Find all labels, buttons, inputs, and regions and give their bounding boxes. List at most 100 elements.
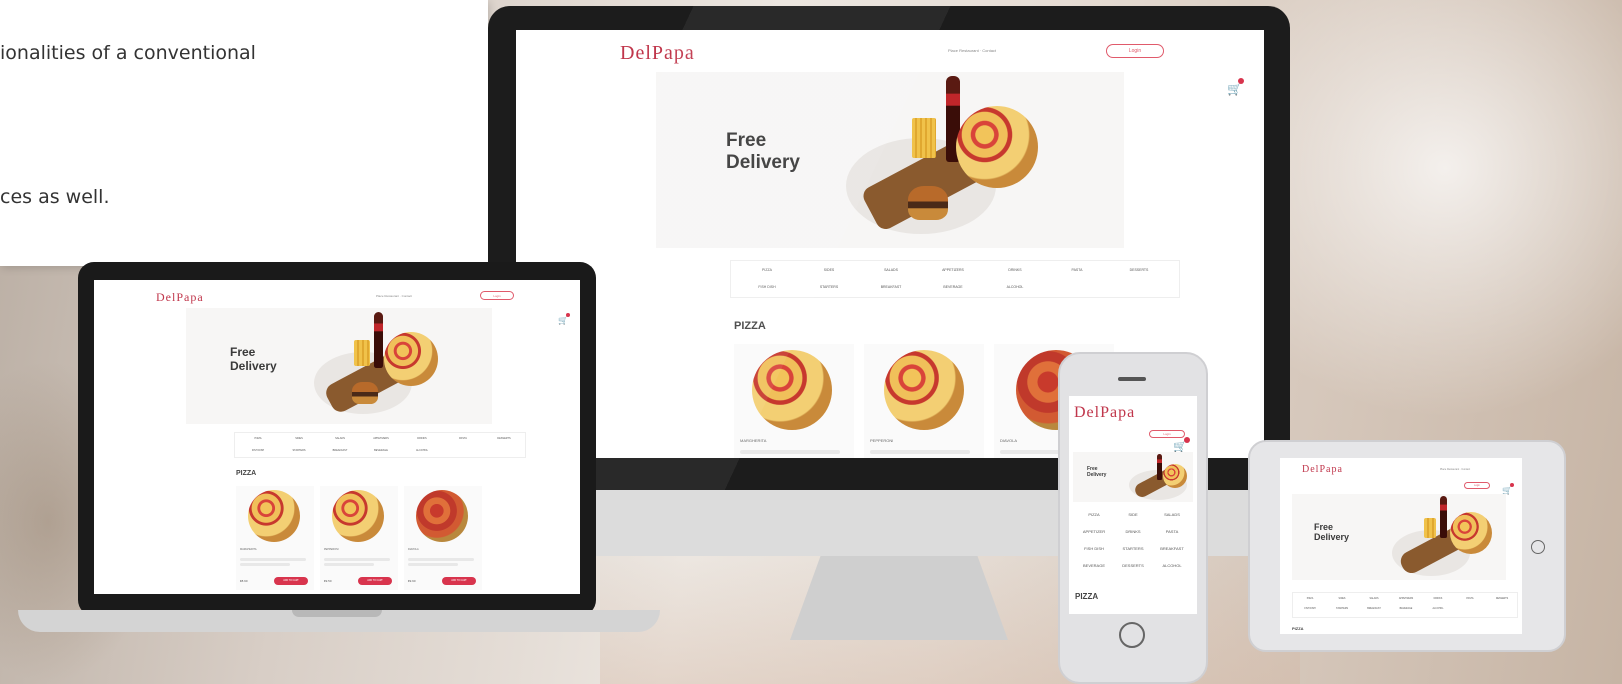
product-card[interactable]: PEPPERONI xyxy=(864,344,984,458)
site-logo[interactable]: DelPapa xyxy=(1074,404,1135,422)
product-description xyxy=(870,450,970,454)
add-to-cart-button[interactable]: ADD TO CART xyxy=(442,577,476,585)
product-description xyxy=(408,558,474,561)
category-beverage[interactable]: BEVERAGE xyxy=(1391,608,1421,610)
hero-title-line-2: Delivery xyxy=(1087,471,1107,478)
category-pizza[interactable]: PIZZA xyxy=(739,268,795,272)
category-bar: PIZZA SIDES SALADS APPETIZERS DRINKS PAS… xyxy=(234,432,526,458)
category-pizza[interactable]: PIZZA xyxy=(1075,512,1113,517)
category-sides[interactable]: SIDES xyxy=(1327,598,1357,600)
category-breakfast[interactable]: BREAKFAST xyxy=(321,449,359,452)
product-card[interactable]: MARGHERITA €8.90 ADD TO CART xyxy=(236,486,314,590)
burger xyxy=(908,186,948,220)
section-title: PIZZA xyxy=(734,320,766,332)
intro-line-1: ionalities of a conventional xyxy=(0,42,256,64)
section-title: PIZZA xyxy=(236,470,257,477)
category-drinks[interactable]: DRINKS xyxy=(403,437,441,440)
category-fish-dish[interactable]: FISH DISH xyxy=(1295,608,1325,610)
hero-title-line-2: Delivery xyxy=(1314,532,1350,543)
category-appetizers[interactable]: APPETIZERS xyxy=(925,268,981,272)
category-pizza[interactable]: PIZZA xyxy=(1295,598,1325,600)
category-sides[interactable]: SIDE xyxy=(1114,512,1152,517)
category-drinks[interactable]: DRINKS xyxy=(987,268,1043,272)
hero-title: Free Delivery xyxy=(726,130,800,174)
product-card[interactable]: DIAVOLA €9.90 ADD TO CART xyxy=(404,486,482,590)
category-starters[interactable]: STARTERS xyxy=(1114,546,1152,551)
cart-icon[interactable]: 🛒 xyxy=(1227,82,1242,96)
category-alcohol[interactable]: ALCOHOL xyxy=(987,285,1043,289)
category-appetizers[interactable]: APPETIZER xyxy=(1075,529,1113,534)
category-beverage[interactable]: BEVERAGE xyxy=(925,285,981,289)
tablet-screen: DelPapa Place Restaurant · Contact Login… xyxy=(1280,458,1522,634)
category-drinks[interactable]: DRINKS xyxy=(1114,529,1152,534)
monitor-stand xyxy=(790,556,1008,640)
category-salads[interactable]: SALADS xyxy=(863,268,919,272)
category-beverage[interactable]: BEVERAGE xyxy=(362,449,400,452)
burger xyxy=(352,382,378,404)
category-fish-dish[interactable]: FISH DISH xyxy=(1075,546,1113,551)
category-sides[interactable]: SIDES xyxy=(801,268,857,272)
product-card[interactable]: MARGHERITA xyxy=(734,344,854,458)
category-desserts[interactable]: DESSERTS xyxy=(485,437,523,440)
category-fish-dish[interactable]: FISH DISH xyxy=(739,285,795,289)
login-button[interactable]: Login xyxy=(1106,44,1164,58)
category-drinks[interactable]: DRINKS xyxy=(1423,598,1453,600)
category-breakfast[interactable]: BREAKFAST xyxy=(863,285,919,289)
cola-bottle xyxy=(1157,454,1162,480)
category-salads[interactable]: SALADS xyxy=(321,437,359,440)
category-starters[interactable]: STARTERS xyxy=(1327,608,1357,610)
cola-bottle xyxy=(1440,496,1447,538)
category-desserts[interactable]: DESSERTS xyxy=(1487,598,1517,600)
product-image xyxy=(332,490,384,542)
category-bar: PIZZA SIDES SALADS APPETIZERS DRINKS PAS… xyxy=(730,260,1180,298)
category-alcohol[interactable]: ALCOHOL xyxy=(1423,608,1453,610)
category-breakfast[interactable]: BREAKFAST xyxy=(1359,608,1389,610)
category-desserts[interactable]: DESSERTS xyxy=(1114,563,1152,568)
hero-pizza xyxy=(1450,512,1492,554)
cart-badge xyxy=(1510,483,1514,487)
hero-title-line-2: Delivery xyxy=(726,151,800,173)
category-sides[interactable]: SIDES xyxy=(280,437,318,440)
phone-screen: DelPapa Login 🛒 Free Delivery PIZZA SIDE… xyxy=(1069,396,1197,614)
category-starters[interactable]: STARTERS xyxy=(280,449,318,452)
category-pasta[interactable]: PASTA xyxy=(1153,529,1191,534)
site-logo[interactable]: DelPapa xyxy=(620,42,695,65)
category-pasta[interactable]: PASTA xyxy=(444,437,482,440)
nav-links[interactable]: Place Restaurant · Contact xyxy=(948,48,996,53)
login-button[interactable]: Login xyxy=(1149,430,1185,438)
product-description xyxy=(324,563,374,566)
hero-banner: Free Delivery xyxy=(1073,452,1193,502)
category-starters[interactable]: STARTERS xyxy=(801,285,857,289)
category-alcohol[interactable]: ALCOHOL xyxy=(403,449,441,452)
nav-links[interactable]: Place Restaurant · Contact xyxy=(1440,468,1470,471)
hero-pizza xyxy=(1163,464,1187,488)
category-fish-dish[interactable]: FISH DISH xyxy=(239,449,277,452)
category-alcohol[interactable]: ALCOHOL xyxy=(1153,563,1191,568)
product-name: MARGHERITA xyxy=(240,548,257,551)
login-button[interactable]: Login xyxy=(480,291,514,300)
category-appetizers[interactable]: APPETIZERS xyxy=(362,437,400,440)
fries xyxy=(354,340,370,366)
product-card[interactable]: PEPPERONI €9.50 ADD TO CART xyxy=(320,486,398,590)
add-to-cart-button[interactable]: ADD TO CART xyxy=(358,577,392,585)
intro-text-card: ionalities of a conventional ces as well… xyxy=(0,0,488,266)
category-salads[interactable]: SALADS xyxy=(1359,598,1389,600)
hero-pizza xyxy=(384,332,438,386)
category-beverage[interactable]: BEVERAGE xyxy=(1075,563,1113,568)
category-breakfast[interactable]: BREAKFAST xyxy=(1153,546,1191,551)
category-appetizers[interactable]: APPETIZERS xyxy=(1391,598,1421,600)
phone-home-button xyxy=(1119,622,1145,648)
site-logo[interactable]: DelPapa xyxy=(1302,464,1343,475)
category-salads[interactable]: SALADS xyxy=(1153,512,1191,517)
nav-links[interactable]: Place Restaurant · Contact xyxy=(376,294,412,298)
category-pasta[interactable]: PASTA xyxy=(1455,598,1485,600)
cart-icon[interactable]: 🛒 xyxy=(558,316,568,325)
category-pasta[interactable]: PASTA xyxy=(1049,268,1105,272)
login-button[interactable]: Login xyxy=(1464,482,1490,489)
add-to-cart-button[interactable]: ADD TO CART xyxy=(274,577,308,585)
section-title: PIZZA xyxy=(1075,592,1099,601)
site-logo[interactable]: DelPapa xyxy=(156,290,204,305)
category-desserts[interactable]: DESSERTS xyxy=(1111,268,1167,272)
hero-banner: Free Delivery xyxy=(656,72,1124,248)
category-pizza[interactable]: PIZZA xyxy=(239,437,277,440)
